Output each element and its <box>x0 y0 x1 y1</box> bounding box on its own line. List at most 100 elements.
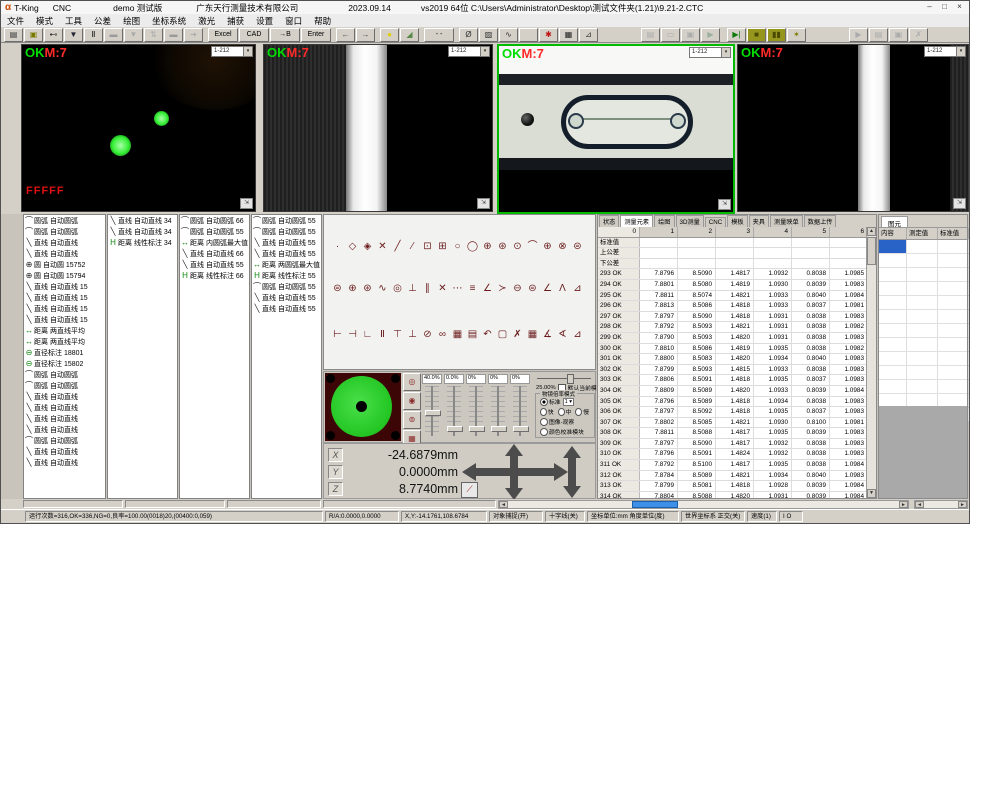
tree-item[interactable]: ⊕圆 自动圆 15752 <box>24 259 105 270</box>
camera-magnification-combo[interactable]: 1-212▾ <box>448 46 490 57</box>
tree-item[interactable]: ╲直线 自动直线 55 <box>180 259 249 270</box>
tree-item[interactable]: ⌒圆弧 自动圆弧 <box>24 369 105 380</box>
ring-light-center-dot[interactable] <box>356 401 367 412</box>
toolbar-chart-button[interactable]: ⊿ <box>579 28 598 42</box>
measure-tool-icon[interactable]: ⊿ <box>570 329 585 341</box>
camera-2[interactable]: OKM:71-212▾⇲ <box>263 44 493 212</box>
toolbar-play-button[interactable]: ▶ <box>701 28 720 42</box>
scroll-right-icon[interactable]: ► <box>899 501 908 508</box>
measure-tool-icon[interactable]: Ⅱ <box>375 329 390 341</box>
toolbar-shield-button[interactable]: ▼ <box>64 28 83 42</box>
measure-tool-icon[interactable]: ⊤ <box>390 329 405 341</box>
measure-tool-icon[interactable]: ⊢ <box>330 329 345 341</box>
magnification-combo[interactable]: 1 ▾ <box>563 398 574 406</box>
tree-item[interactable]: ╲直线 自动直线 15 <box>24 314 105 325</box>
toolbar-excel-button[interactable]: Excel <box>208 28 238 42</box>
element-row[interactable] <box>879 268 967 282</box>
table-spec-row[interactable]: 上公差 <box>598 248 867 259</box>
radio-speed-快[interactable] <box>540 408 547 416</box>
scroll-down-icon[interactable]: ▼ <box>867 489 876 498</box>
tree-item[interactable]: ⌒圆弧 自动圆弧 55 <box>252 226 321 237</box>
table-row[interactable]: 300 OK7.88108.50861.48191.09350.80381.09… <box>598 344 867 355</box>
toolbar-play-to-end-button[interactable]: ▶| <box>727 28 746 42</box>
camera-4[interactable]: OKM:71-212▾⇲ <box>737 44 969 212</box>
measure-tool-icon[interactable]: ∥ <box>420 283 435 295</box>
tree-item[interactable]: ↔距离 两直线平均 <box>24 325 105 336</box>
toolbar-axis-updown-button[interactable]: ⇅ <box>144 28 163 42</box>
table-row[interactable]: 306 OK7.87978.50921.48181.09350.80371.09… <box>598 407 867 418</box>
toolbar-wave-button[interactable]: ∿ <box>499 28 518 42</box>
tree-item[interactable]: ╲直线 自动直线 55 <box>252 303 321 314</box>
measure-tool-icon[interactable]: ↶ <box>480 329 495 341</box>
measure-tool-icon[interactable]: ⊜ <box>570 241 585 253</box>
scroll-right-icon[interactable]: ► <box>958 501 967 508</box>
zoom-slider[interactable] <box>537 374 591 382</box>
toolbar-star-button[interactable]: ✱ <box>539 28 558 42</box>
tree-item[interactable]: ⊖直径标注 15802 <box>24 358 105 369</box>
toolbar-tool-6-button[interactable]: ▬ <box>104 28 123 42</box>
measure-tool-icon[interactable]: ⊣ <box>345 329 360 341</box>
menu-item-公差[interactable]: 公差 <box>88 15 117 27</box>
slider-thumb[interactable] <box>513 426 529 432</box>
measure-tool-icon[interactable]: ✗ <box>510 329 525 341</box>
ring-light-mode-button[interactable]: ◉ <box>403 392 421 410</box>
measure-tool-icon[interactable]: ▦ <box>525 329 540 341</box>
slider-thumb[interactable] <box>491 426 507 432</box>
table-row[interactable]: 298 OK7.87928.50931.48211.09310.80381.09… <box>598 322 867 333</box>
measure-tool-icon[interactable]: ⊡ <box>420 241 435 253</box>
ring-light-wheel[interactable] <box>325 373 401 441</box>
toolbar-image-button[interactable]: ◢ <box>400 28 419 42</box>
measure-tool-icon[interactable]: ⊕ <box>480 241 495 253</box>
measure-tool-icon[interactable]: ⊗ <box>555 241 570 253</box>
toolbar-stage-button[interactable]: Ⅱ <box>84 28 103 42</box>
scrollbar-thumb[interactable] <box>867 237 876 265</box>
table-tab-测量元素[interactable]: 测量元素 <box>620 215 653 227</box>
z-jog-arrow[interactable] <box>568 458 576 486</box>
measure-tool-icon[interactable]: ∟ <box>360 329 375 341</box>
radio-standard[interactable] <box>540 398 548 406</box>
tree-item[interactable]: ╲直线 自动直线 <box>24 424 105 435</box>
tree-item[interactable]: H距离 线性标注 66 <box>180 270 249 281</box>
measure-tool-icon[interactable]: ≻ <box>495 283 510 295</box>
slider-thumb[interactable] <box>469 426 485 432</box>
close-button[interactable]: × <box>952 1 967 13</box>
toolbar-pattern-button[interactable]: ▨ <box>479 28 498 42</box>
table-row[interactable]: 303 OK7.88068.50911.48181.09350.80371.09… <box>598 375 867 386</box>
table-row[interactable]: 295 OK7.88118.50741.48211.09330.80401.09… <box>598 291 867 302</box>
measure-tool-icon[interactable]: ∕ <box>405 241 420 253</box>
camera-resize-icon[interactable]: ⇲ <box>240 198 253 209</box>
element-row[interactable] <box>879 338 967 352</box>
slider-thumb[interactable] <box>447 426 463 432</box>
radio-image[interactable] <box>540 418 548 426</box>
table-row[interactable]: 296 OK7.88138.50861.48181.09330.80371.09… <box>598 301 867 312</box>
tree-item[interactable]: ╲直线 自动直线 15 <box>24 292 105 303</box>
toolbar-qr-code-button[interactable]: ▦ <box>559 28 578 42</box>
maximize-button[interactable]: □ <box>937 1 952 13</box>
radio-color[interactable] <box>540 428 548 436</box>
toolbar-export-b-button[interactable]: →B <box>270 28 300 42</box>
menu-item-工具[interactable]: 工具 <box>59 15 88 27</box>
toolbar-open-folder-button[interactable]: ▣ <box>24 28 43 42</box>
measure-tool-icon[interactable]: ◇ <box>345 241 360 253</box>
menu-item-模式[interactable]: 模式 <box>30 15 59 27</box>
menu-item-窗口[interactable]: 窗口 <box>279 15 308 27</box>
tree-item[interactable]: ⌒圆弧 自动圆弧 55 <box>180 226 249 237</box>
measure-tool-icon[interactable]: ⊿ <box>570 283 585 295</box>
axis-mode-button[interactable]: ⟋ <box>461 482 478 498</box>
measure-tool-icon[interactable]: ✕ <box>435 283 450 295</box>
table-spec-row[interactable]: 标准值 <box>598 238 867 249</box>
toolbar-stop-button[interactable]: ■ <box>747 28 766 42</box>
tree-item[interactable]: ⌒圆弧 自动圆弧 66 <box>180 215 249 226</box>
toolbar-cad-button[interactable]: CAD <box>239 28 269 42</box>
light-channel-slider[interactable]: 40.0% <box>421 374 443 440</box>
menu-item-设置[interactable]: 设置 <box>250 15 279 27</box>
toolbar-play-2-button[interactable]: ▶ <box>849 28 868 42</box>
measure-tool-icon[interactable]: ≡ <box>465 283 480 295</box>
table-row[interactable]: 312 OK7.87848.50891.48211.09340.80401.09… <box>598 471 867 482</box>
toolbar-folder-2-button[interactable]: ▣ <box>681 28 700 42</box>
camera-resize-icon[interactable]: ⇲ <box>953 198 966 209</box>
measure-tool-icon[interactable]: ⊥ <box>405 283 420 295</box>
measure-tool-icon[interactable]: ⊥ <box>405 329 420 341</box>
element-row[interactable] <box>879 254 967 268</box>
table-tab-CNC[interactable]: CNC <box>705 217 726 227</box>
